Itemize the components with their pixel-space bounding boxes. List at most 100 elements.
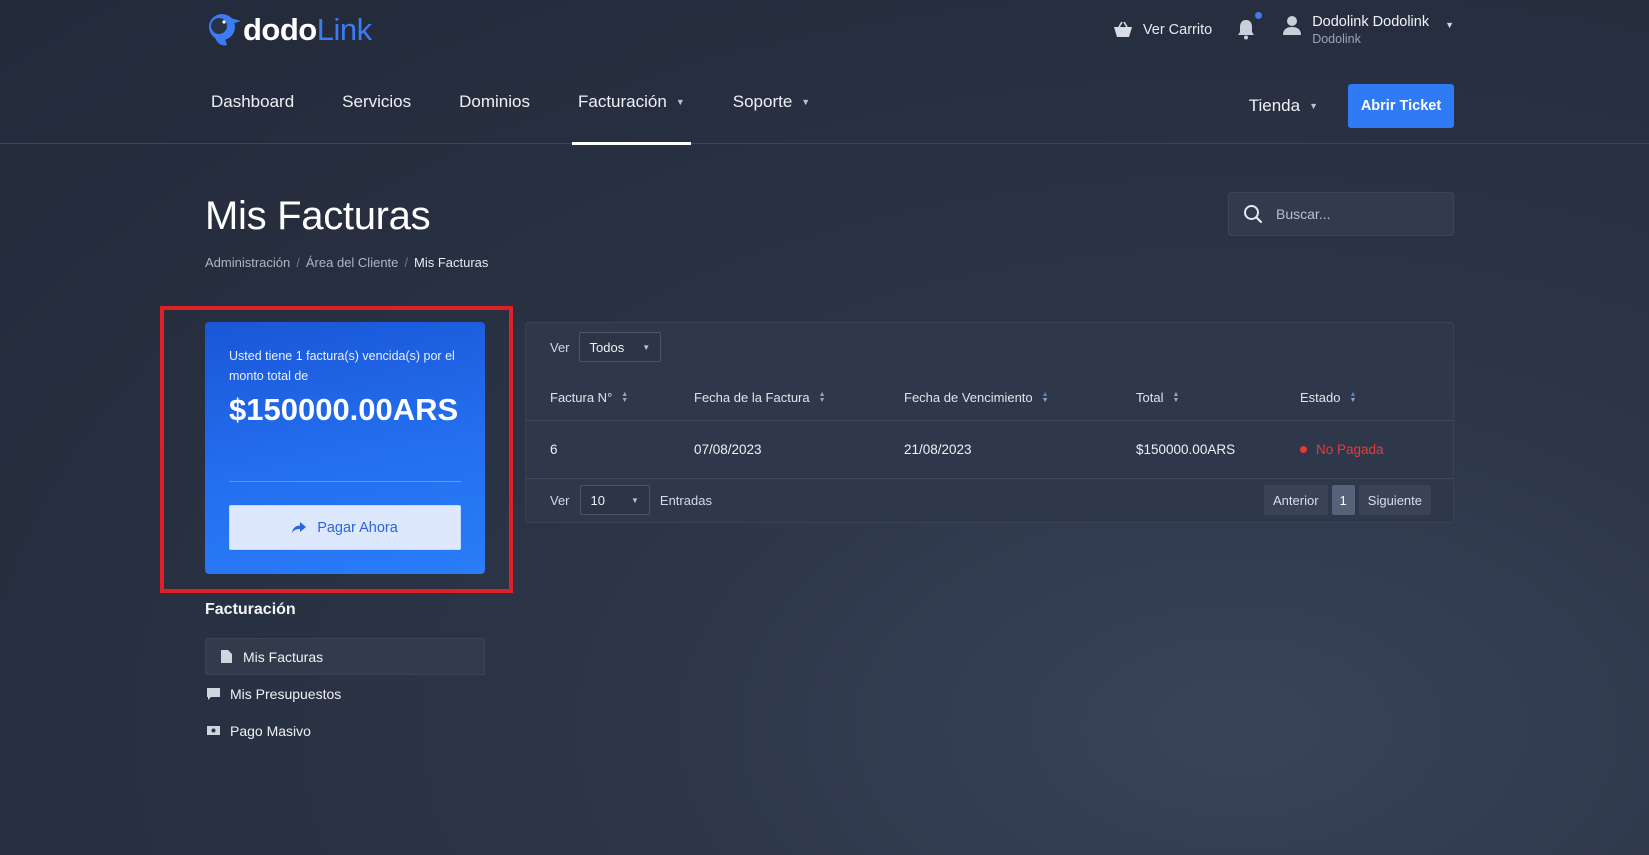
invoice-due-date: 21/08/2023 xyxy=(904,442,972,457)
page-number-button[interactable]: 1 xyxy=(1331,485,1355,515)
pay-now-label: Pagar Ahora xyxy=(317,519,398,536)
page-size-value: 10 xyxy=(590,492,605,508)
card-divider xyxy=(229,481,461,482)
status-filter-value: Todos xyxy=(589,339,625,355)
user-name: Dodolink Dodolink xyxy=(1312,14,1430,30)
invoice-date: 07/08/2023 xyxy=(694,442,762,457)
column-header-total[interactable]: Total ▲ ▼ xyxy=(1136,390,1179,405)
filter-label: Ver xyxy=(550,339,570,355)
sidebar-item-mis-facturas[interactable]: Mis Facturas xyxy=(205,638,485,675)
table-row[interactable]: 6 07/08/2023 21/08/2023 $150000.00ARS No… xyxy=(526,422,1453,479)
breadcrumb-admin[interactable]: Administración xyxy=(205,255,290,270)
sidebar-item-pago-masivo[interactable]: Pago Masivo xyxy=(205,712,485,749)
money-icon xyxy=(205,726,221,735)
comment-icon xyxy=(205,687,221,700)
invoices-table-panel: Ver Todos ▼ Factura N° ▲ ▼ Fecha de la Fac… xyxy=(525,322,1454,523)
sort-icon: ▲ ▼ xyxy=(1041,390,1049,404)
brand-name-part1: dodo xyxy=(243,12,317,47)
sort-icon: ▲ ▼ xyxy=(1172,390,1180,404)
column-header-label: Fecha de Vencimiento xyxy=(904,390,1033,405)
notifications-button[interactable] xyxy=(1236,12,1263,42)
column-header-label: Total xyxy=(1136,390,1164,405)
sort-icon: ▲ ▼ xyxy=(621,390,629,404)
brand-logo[interactable]: dodoLink xyxy=(205,10,372,50)
chevron-down-icon: ▼ xyxy=(801,97,811,107)
invoice-total: $150000.00ARS xyxy=(1136,442,1236,457)
share-arrow-icon xyxy=(292,521,307,533)
nav-servicios[interactable]: Servicios xyxy=(336,60,417,144)
search-box[interactable] xyxy=(1228,192,1454,236)
column-header-label: Fecha de la Factura xyxy=(694,390,810,405)
breadcrumb: Administración / Área del Cliente / Mis … xyxy=(205,255,488,270)
sort-icon: ▲ ▼ xyxy=(818,390,826,404)
breadcrumb-separator: / xyxy=(404,255,409,270)
nav-servicios-label: Servicios xyxy=(342,92,412,111)
nav-facturacion-label: Facturación xyxy=(578,92,667,111)
table-header: Factura N° ▲ ▼ Fecha de la Factura ▲ ▼ Fecha… xyxy=(526,379,1453,421)
user-icon xyxy=(1282,14,1302,36)
pagination: Anterior 1 Siguiente xyxy=(1264,485,1431,515)
pay-now-button[interactable]: Pagar Ahora xyxy=(229,505,461,550)
main-navbar: Dashboard Servicios Dominios Facturación… xyxy=(0,60,1649,145)
status-dot xyxy=(1300,446,1307,453)
status-filter: Ver Todos ▼ xyxy=(550,332,662,362)
top-right-actions: Ver Carrito Dodolink Dodolink Dodolink ▼ xyxy=(1113,12,1454,46)
nav-dashboard[interactable]: Dashboard xyxy=(205,60,300,144)
sort-icon: ▲ ▼ xyxy=(1349,390,1357,404)
invoice-number: 6 xyxy=(550,442,558,457)
previous-page-button[interactable]: Anterior xyxy=(1264,485,1328,515)
dodo-bird-icon xyxy=(209,14,241,46)
breadcrumb-separator: / xyxy=(296,255,300,270)
overdue-invoices-card: Usted tiene 1 factura(s) vencida(s) por … xyxy=(205,322,485,574)
page-size-label: Ver xyxy=(550,492,570,508)
brand-name-part2: Link xyxy=(316,12,372,47)
status-badge: No Pagada xyxy=(1300,442,1384,457)
overdue-message: Usted tiene 1 factura(s) vencida(s) por … xyxy=(229,349,455,383)
view-cart-label: Ver Carrito xyxy=(1142,22,1213,38)
sidebar-item-mis-presupuestos[interactable]: Mis Presupuestos xyxy=(205,675,485,712)
status-label: No Pagada xyxy=(1316,442,1384,457)
sidebar-menu: Mis Facturas Mis Presupuestos Pago Masiv… xyxy=(205,638,485,749)
nav-dominios-label: Dominios xyxy=(459,92,530,111)
breadcrumb-current: Mis Facturas xyxy=(414,255,489,270)
nav-dashboard-label: Dashboard xyxy=(211,92,295,111)
nav-soporte-label: Soporte xyxy=(732,92,793,111)
chevron-down-icon: ▼ xyxy=(675,97,685,107)
column-header-number[interactable]: Factura N° ▲ ▼ xyxy=(550,390,628,405)
user-menu[interactable]: Dodolink Dodolink Dodolink ▼ xyxy=(1282,14,1454,46)
column-header-due[interactable]: Fecha de Vencimiento ▲ ▼ xyxy=(904,390,1049,405)
user-company: Dodolink xyxy=(1312,32,1361,46)
search-icon xyxy=(1244,205,1263,224)
column-header-status[interactable]: Estado ▲ ▼ xyxy=(1300,390,1356,405)
breadcrumb-client-area[interactable]: Área del Cliente xyxy=(306,255,399,270)
bell-icon xyxy=(1238,20,1255,40)
view-cart-link[interactable]: Ver Carrito xyxy=(1113,21,1212,39)
nav-dominios[interactable]: Dominios xyxy=(453,60,536,144)
search-input[interactable] xyxy=(1276,206,1446,222)
open-ticket-button[interactable]: Abrir Ticket xyxy=(1348,84,1454,128)
overdue-amount: $150000.00ARS xyxy=(229,392,459,427)
chevron-down-icon: ▼ xyxy=(1445,20,1454,30)
top-bar: dodoLink Ver Carrito Dodolink Dodolink D… xyxy=(0,0,1649,60)
chevron-down-icon: ▼ xyxy=(630,495,639,505)
table-footer: Ver 10 ▼ Entradas Anterior 1 Siguiente xyxy=(550,484,1431,516)
nav-soporte[interactable]: Soporte ▼ xyxy=(727,60,816,144)
column-header-date[interactable]: Fecha de la Factura ▲ ▼ xyxy=(694,390,826,405)
column-header-label: Factura N° xyxy=(550,390,613,405)
nav-tienda[interactable]: Tienda ▼ xyxy=(1249,96,1318,116)
page-title: Mis Facturas xyxy=(205,194,431,238)
next-page-button[interactable]: Siguiente xyxy=(1358,485,1431,515)
chevron-down-icon: ▼ xyxy=(1309,101,1318,111)
sidebar-item-label: Mis Presupuestos xyxy=(230,685,342,702)
nav-facturacion[interactable]: Facturación ▼ xyxy=(572,60,691,145)
sidebar-item-label: Pago Masivo xyxy=(230,722,311,739)
notification-dot xyxy=(1255,12,1263,19)
basket-icon xyxy=(1113,21,1132,37)
sidebar-heading: Facturación xyxy=(205,601,296,618)
chevron-down-icon: ▼ xyxy=(642,342,651,352)
page-size-select[interactable]: 10 ▼ xyxy=(579,485,650,515)
entries-label: Entradas xyxy=(659,492,712,508)
main-nav: Dashboard Servicios Dominios Facturación… xyxy=(205,60,852,145)
status-filter-select[interactable]: Todos ▼ xyxy=(578,332,662,362)
document-icon xyxy=(218,650,234,663)
